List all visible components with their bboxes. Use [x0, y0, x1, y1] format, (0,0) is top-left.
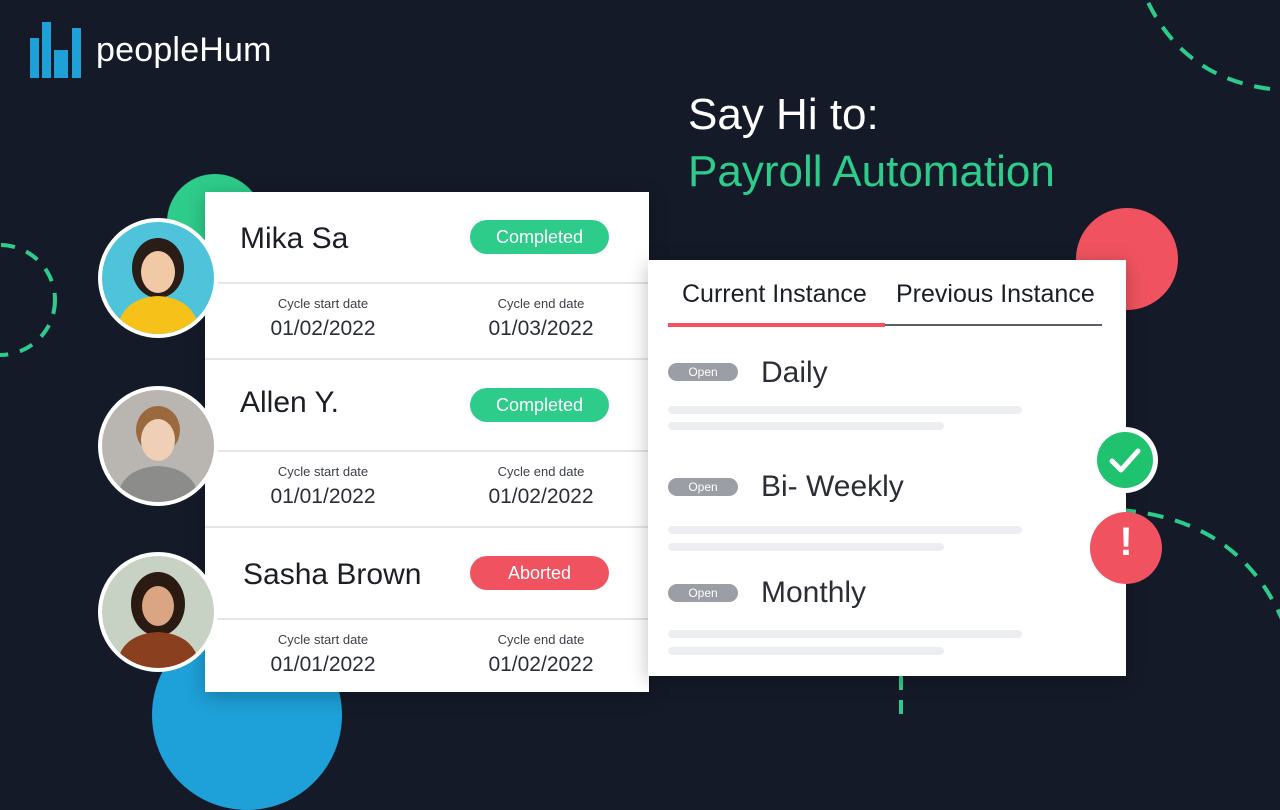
payroll-cycle-item[interactable]: Sasha Brown Aborted Cycle start date 01/…: [205, 528, 649, 694]
placeholder-line: [668, 406, 1022, 414]
instance-name: Bi- Weekly: [761, 470, 904, 503]
cycle-dates-row: Cycle start date 01/02/2022 Cycle end da…: [205, 284, 649, 360]
alert-badge: !: [1090, 512, 1162, 584]
payroll-cycle-item[interactable]: Allen Y. Completed Cycle start date 01/0…: [205, 360, 649, 528]
employee-name: Sasha Brown: [243, 558, 422, 591]
cycle-end: Cycle end date 01/02/2022: [441, 464, 641, 509]
open-badge: Open: [668, 363, 738, 381]
open-badge: Open: [668, 478, 738, 496]
placeholder-line: [668, 526, 1022, 534]
instance-name: Monthly: [761, 576, 867, 609]
headline-line-1: Say Hi to:: [688, 90, 879, 139]
cycle-start-date: 01/01/2022: [270, 485, 376, 508]
cycle-start: Cycle start date 01/02/2022: [223, 296, 423, 341]
headline: Say Hi to: Payroll Automation: [688, 88, 1055, 202]
cycle-end-label: Cycle end date: [497, 464, 585, 479]
check-icon: [1097, 432, 1153, 488]
instance-item-daily[interactable]: Open Daily: [668, 356, 1028, 438]
cycle-start: Cycle start date 01/01/2022: [223, 632, 423, 677]
placeholder-line: [668, 630, 1022, 638]
employee-name: Allen Y.: [240, 386, 339, 419]
payroll-cycles-card: Mika Sa Completed Cycle start date 01/02…: [205, 192, 649, 692]
cycle-end-label: Cycle end date: [497, 296, 585, 311]
payroll-cycle-item[interactable]: Mika Sa Completed Cycle start date 01/02…: [205, 192, 649, 360]
person-photo-icon: [116, 238, 200, 334]
cycle-end-date: 01/03/2022: [488, 317, 594, 340]
placeholder-line: [668, 422, 944, 430]
cycle-dates-row: Cycle start date 01/01/2022 Cycle end da…: [205, 452, 649, 528]
status-badge: Completed: [470, 220, 609, 254]
tab-current-instance[interactable]: Current Instance: [682, 280, 867, 309]
cycle-end: Cycle end date 01/02/2022: [441, 632, 641, 677]
employee-row: Mika Sa Completed: [205, 192, 649, 284]
employee-row: Sasha Brown Aborted: [205, 528, 649, 620]
person-photo-icon: [116, 572, 200, 668]
cycle-start-label: Cycle start date: [277, 464, 369, 479]
cycle-start-date: 01/01/2022: [270, 653, 376, 676]
headline-line-2: Payroll Automation: [688, 147, 1055, 196]
cycle-dates-row: Cycle start date 01/01/2022 Cycle end da…: [205, 620, 649, 694]
employee-name: Mika Sa: [240, 222, 349, 255]
decorative-dashed-circle: [0, 243, 57, 357]
cycle-start-label: Cycle start date: [277, 632, 369, 647]
cycle-start: Cycle start date 01/01/2022: [223, 464, 423, 509]
cycle-end-date: 01/02/2022: [488, 485, 594, 508]
placeholder-line: [668, 543, 944, 551]
avatar: [98, 386, 218, 506]
cycle-end: Cycle end date 01/03/2022: [441, 296, 641, 341]
instance-item-bi-weekly[interactable]: Open Bi- Weekly: [668, 470, 1028, 552]
instance-item-monthly[interactable]: Open Monthly: [668, 576, 1028, 658]
person-photo-icon: [116, 406, 200, 502]
brand-logo[interactable]: peopleHum: [30, 22, 272, 78]
success-badge: [1092, 427, 1158, 493]
status-badge: Aborted: [470, 556, 609, 590]
payroll-instances-card: Current Instance Previous Instance Open …: [648, 260, 1126, 676]
decorative-dashed-arc: [1144, 0, 1280, 92]
avatar: [98, 218, 218, 338]
cycle-start-label: Cycle start date: [277, 296, 369, 311]
status-badge: Completed: [470, 388, 609, 422]
decorative-dashed-line: [899, 676, 903, 720]
cycle-end-date: 01/02/2022: [488, 653, 594, 676]
cycle-start-date: 01/02/2022: [270, 317, 376, 340]
open-badge: Open: [668, 584, 738, 602]
tab-previous-instance[interactable]: Previous Instance: [896, 280, 1095, 309]
instance-name: Daily: [761, 356, 828, 389]
instance-tabs: Current Instance Previous Instance: [668, 278, 1102, 327]
exclamation-icon: !: [1119, 520, 1133, 564]
avatar: [98, 552, 218, 672]
logo-bars-icon: [30, 22, 92, 78]
active-tab-indicator: [668, 323, 885, 327]
placeholder-line: [668, 647, 944, 655]
cycle-end-label: Cycle end date: [497, 632, 585, 647]
brand-name: peopleHum: [96, 30, 272, 69]
employee-row: Allen Y. Completed: [205, 360, 649, 452]
